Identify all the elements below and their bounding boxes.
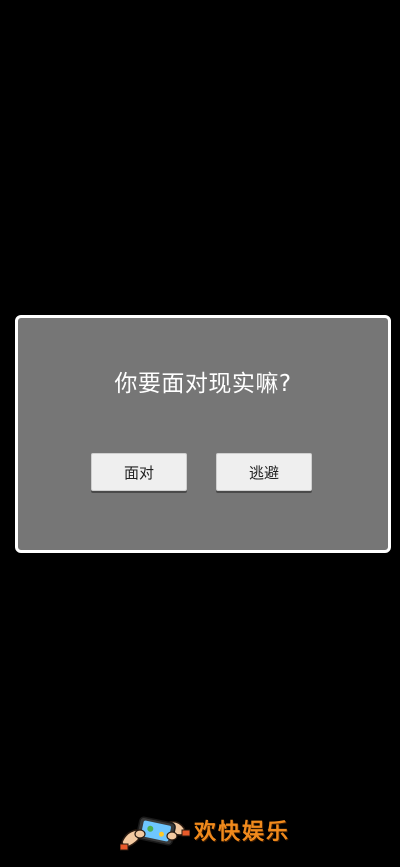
hands-holding-phone-icon [120, 816, 190, 851]
brand-name: 欢快娱乐 [194, 820, 291, 845]
escape-button[interactable]: 逃避 [216, 453, 312, 491]
confirm-dialog: 你要面对现实嘛? 面对 逃避 [15, 315, 391, 553]
face-button[interactable]: 面对 [91, 453, 187, 491]
branding: 欢快娱乐 [120, 806, 290, 854]
dialog-title: 你要面对现实嘛? [114, 371, 292, 397]
